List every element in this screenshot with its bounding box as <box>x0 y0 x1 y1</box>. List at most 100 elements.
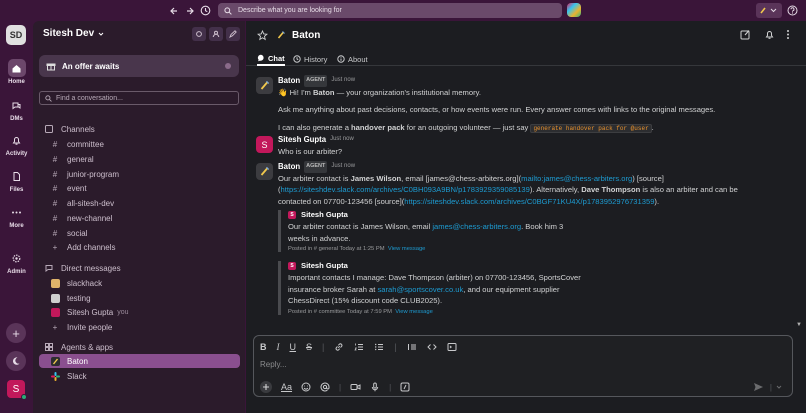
email-link[interactable]: james@chess-arbiters.org <box>432 222 521 231</box>
toolbar-divider: | <box>339 382 342 392</box>
sidebar-item-testing[interactable]: testing <box>39 291 240 305</box>
message-author[interactable]: Baton <box>278 161 300 173</box>
info-icon <box>337 55 345 63</box>
add-channels-button[interactable]: + Add channels <box>39 240 240 254</box>
email-link[interactable]: sarah@sportscover.co.uk <box>378 285 464 294</box>
quoted-message[interactable]: S Sitesh Gupta Our arbiter contact is Jam… <box>278 210 758 252</box>
channels-section-header[interactable]: Channels <box>39 122 240 136</box>
forward-arrow-icon[interactable] <box>182 3 197 18</box>
tab-about[interactable]: About <box>337 52 368 66</box>
source-link[interactable]: https://siteshdev.slack.com/archives/C0B… <box>404 197 654 206</box>
channel-label: all-sitesh-dev <box>67 198 115 208</box>
apps-header-label: Agents & apps <box>61 342 114 352</box>
message-author[interactable]: Baton <box>278 75 300 87</box>
apps-section-header[interactable]: Agents & apps <box>39 340 240 354</box>
sitesh-avatar[interactable]: S <box>256 136 273 153</box>
baton-avatar[interactable] <box>256 163 273 180</box>
theme-moon-icon[interactable] <box>6 351 26 371</box>
send-button[interactable]: | <box>753 382 782 392</box>
toolbar-divider: | <box>394 342 397 352</box>
baton-avatar[interactable] <box>256 77 273 94</box>
sidebar-item-social[interactable]: # social <box>39 226 240 240</box>
plus-attach-icon[interactable] <box>260 381 272 393</box>
ai-app-icon[interactable] <box>567 3 581 17</box>
baton-app-icon <box>49 356 61 366</box>
quoted-message[interactable]: S Sitesh Gupta Important contacts I manag… <box>278 261 758 315</box>
message-time[interactable]: Just now <box>330 134 354 146</box>
microphone-icon[interactable] <box>370 382 380 392</box>
source-link[interactable]: https://siteshdev.slack.com/archives/C0B… <box>281 185 530 194</box>
sidebar-item-baton[interactable]: Baton <box>39 354 240 368</box>
bold-icon[interactable]: B <box>260 342 267 352</box>
link-icon[interactable] <box>334 342 344 352</box>
video-icon[interactable] <box>350 382 361 392</box>
numbered-list-icon[interactable] <box>354 342 364 352</box>
underline-icon[interactable]: U <box>290 342 297 352</box>
workspace-avatar[interactable]: SD <box>6 25 26 45</box>
status-dropdown[interactable] <box>756 3 782 18</box>
sidebar-item-all-sitesh-dev[interactable]: # all-sitesh-dev <box>39 196 240 210</box>
filter-settings-icon[interactable] <box>192 27 206 41</box>
message-time[interactable]: Just now <box>331 161 355 173</box>
send-options-chevron-icon[interactable] <box>776 384 782 390</box>
rail-dms[interactable]: DMs <box>0 96 33 122</box>
sidebar-item-sitesh-gupta[interactable]: Sitesh Gupta you <box>39 305 240 319</box>
invite-people-button[interactable]: + Invite people <box>39 320 240 334</box>
mention-icon[interactable] <box>320 382 330 392</box>
italic-icon[interactable]: I <box>277 342 280 352</box>
send-divider: | <box>769 382 772 392</box>
sidebar-item-slack[interactable]: Slack <box>39 369 240 383</box>
emoji-icon[interactable] <box>301 382 311 392</box>
add-workspace-icon[interactable]: + <box>6 323 26 343</box>
workspace-name-button[interactable]: Sitesh Dev <box>43 28 104 39</box>
compose-icon[interactable] <box>226 27 240 41</box>
find-conversation-input[interactable]: Find a conversation... <box>39 91 239 105</box>
text-formatting-icon[interactable]: Aa <box>281 382 292 392</box>
back-arrow-icon[interactable] <box>166 3 181 18</box>
help-icon[interactable] <box>786 3 798 18</box>
code-block-icon[interactable] <box>447 342 457 352</box>
sidebar-item-slackhack[interactable]: slackhack <box>39 276 240 290</box>
sidebar-item-new-channel[interactable]: # new-channel <box>39 211 240 225</box>
rail-admin[interactable]: Admin <box>0 249 33 275</box>
tab-chat[interactable]: Chat <box>257 52 285 66</box>
workspace-name: Sitesh Dev <box>43 28 95 39</box>
message-feed[interactable]: Baton AGENT Just now 👋 Hi! I'm Baton — y… <box>246 67 806 333</box>
sidebar-item-general[interactable]: # general <box>39 152 240 166</box>
reply-placeholder[interactable]: Reply... <box>260 360 287 369</box>
sidebar-item-junior-program[interactable]: # junior-program <box>39 167 240 181</box>
text-part: , and our equipment supplier <box>463 284 560 294</box>
dms-section-header[interactable]: Direct messages <box>39 261 240 275</box>
scroll-down-arrow-icon[interactable]: ▼ <box>796 322 802 328</box>
offer-banner[interactable]: An offer awaits <box>39 55 239 77</box>
more-options-icon[interactable] <box>786 29 790 40</box>
sidebar-item-event[interactable]: # event <box>39 181 240 195</box>
search-bar[interactable]: Describe what you are looking for <box>218 3 562 18</box>
tab-history[interactable]: History <box>293 52 327 66</box>
email-link[interactable]: mailto:james@chess-arbiters.org <box>521 174 632 183</box>
sidebar-item-committee[interactable]: # committee <box>39 137 240 151</box>
rail-activity[interactable]: Activity <box>0 131 33 157</box>
rail-more[interactable]: More <box>0 203 33 229</box>
strikethrough-icon[interactable]: S <box>306 342 312 352</box>
notification-bell-icon[interactable] <box>764 29 775 40</box>
message-time[interactable]: Just now <box>331 75 355 87</box>
slash-command-icon[interactable] <box>400 382 410 392</box>
message-author[interactable]: Sitesh Gupta <box>278 134 326 146</box>
dm-avatar <box>49 278 61 288</box>
bulleted-list-icon[interactable] <box>374 342 384 352</box>
message-composer[interactable]: B I U S | | Reply... Aa | | | <box>253 335 793 397</box>
rail-files[interactable]: Files <box>0 167 33 193</box>
members-icon[interactable] <box>209 27 223 41</box>
blockquote-icon[interactable] <box>407 342 417 352</box>
view-message-link[interactable]: View message <box>388 246 426 252</box>
code-icon[interactable] <box>426 342 437 352</box>
more-icon <box>8 203 26 221</box>
text-part: insurance broker Sarah at <box>288 284 378 294</box>
user-avatar[interactable]: S <box>7 380 27 400</box>
star-icon[interactable] <box>257 29 268 41</box>
history-clock-icon[interactable] <box>198 3 213 18</box>
rail-home[interactable]: Home <box>0 59 33 85</box>
edit-icon[interactable] <box>740 29 751 40</box>
view-message-link[interactable]: View message <box>395 309 433 315</box>
